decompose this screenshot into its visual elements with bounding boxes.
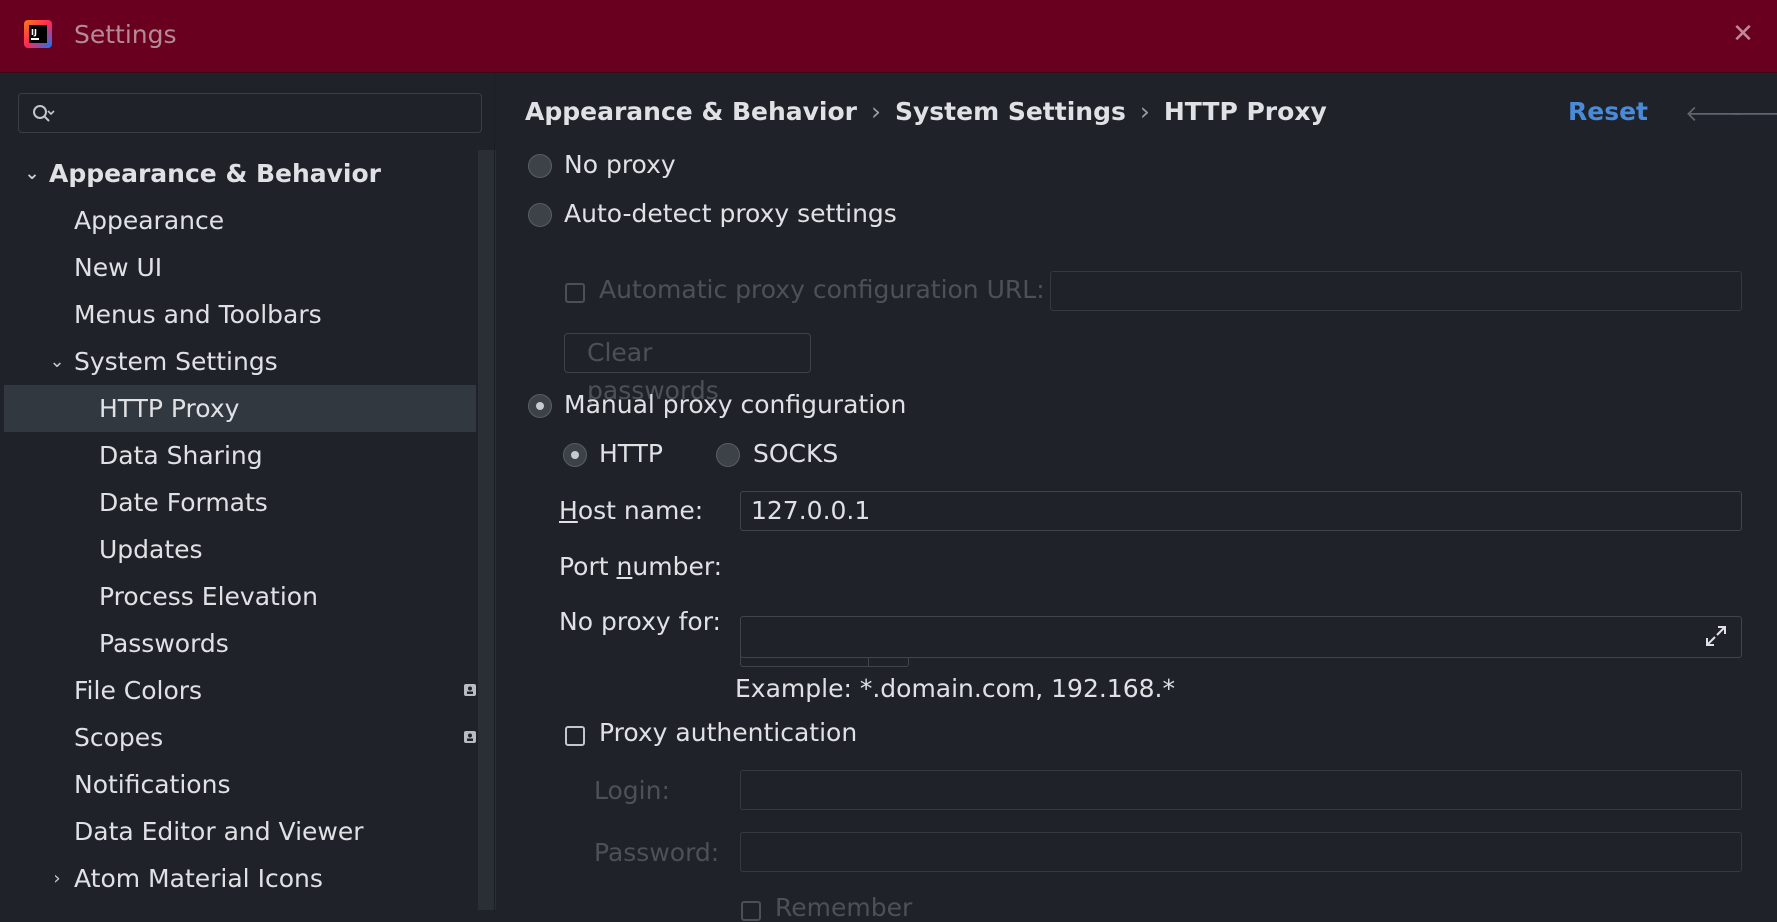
http-label[interactable]: HTTP — [599, 439, 663, 468]
sidebar-item-data-editor-viewer[interactable]: Data Editor and Viewer — [4, 808, 476, 855]
breadcrumb-item[interactable]: Appearance & Behavior — [525, 97, 857, 126]
port-label-post: umber: — [632, 552, 723, 581]
window-title: Settings — [74, 20, 177, 49]
sidebar-item-label: Date Formats — [99, 488, 268, 517]
sidebar-item-label: HTTP Proxy — [99, 394, 240, 423]
socks-radio[interactable] — [716, 443, 740, 467]
sidebar-item-notifications[interactable]: Notifications — [4, 761, 476, 808]
settings-tree: ⌄ Appearance & Behavior Appearance New U… — [4, 150, 476, 902]
sidebar-item-date-formats[interactable]: Date Formats — [4, 479, 476, 526]
intellij-logo-icon: IJ — [24, 20, 52, 48]
sidebar-item-label: Process Elevation — [99, 582, 318, 611]
title-bar: IJ Settings ✕ — [0, 0, 1777, 73]
sidebar-item-file-colors[interactable]: File Colors — [4, 667, 476, 714]
sidebar-item-label: File Colors — [74, 676, 203, 705]
sidebar-item-label: Passwords — [99, 629, 229, 658]
password-label: Password: — [594, 838, 720, 867]
sidebar-item-system-settings[interactable]: ⌄ System Settings — [4, 338, 476, 385]
no-proxy-for-label: No proxy for: — [559, 607, 721, 636]
search-icon — [33, 105, 55, 122]
socks-label[interactable]: SOCKS — [753, 439, 838, 468]
sidebar-item-label: Menus and Toolbars — [74, 300, 322, 329]
proxy-authentication-label[interactable]: Proxy authentication — [599, 718, 857, 747]
manual-proxy-radio[interactable] — [528, 394, 552, 418]
sidebar-item-label: System Settings — [74, 347, 278, 376]
sidebar-item-label: Updates — [99, 535, 203, 564]
sidebar-item-label: Data Editor and Viewer — [74, 817, 364, 846]
auto-config-url-checkbox[interactable] — [565, 283, 585, 303]
sidebar-item-label: Appearance & Behavior — [49, 159, 381, 188]
breadcrumb: Appearance & Behavior › System Settings › HT… — [525, 97, 1327, 126]
settings-sidebar: ⌄ Appearance & Behavior Appearance New U… — [4, 73, 496, 912]
auto-detect-radio[interactable] — [528, 203, 552, 227]
sidebar-item-data-sharing[interactable]: Data Sharing — [4, 432, 476, 479]
auto-config-url-label: Automatic proxy configuration URL: — [599, 275, 1045, 304]
no-proxy-label[interactable]: No proxy — [564, 150, 676, 179]
login-label: Login: — [594, 776, 670, 805]
project-level-icon — [464, 684, 476, 696]
no-proxy-radio[interactable] — [528, 154, 552, 178]
chevron-down-icon[interactable]: ⌄ — [47, 338, 67, 385]
settings-content: Appearance & Behavior › System Settings › HT… — [495, 73, 1777, 922]
breadcrumb-separator-icon: › — [1139, 97, 1150, 126]
sidebar-item-scopes[interactable]: Scopes — [4, 714, 476, 761]
auto-config-url-input[interactable] — [1050, 271, 1742, 311]
project-level-icon — [464, 731, 476, 743]
port-number-label: Port number: — [559, 552, 722, 581]
breadcrumb-item[interactable]: System Settings — [895, 97, 1126, 126]
host-name-input[interactable]: 127.0.0.1 — [740, 491, 1742, 531]
sidebar-item-http-proxy[interactable]: HTTP Proxy — [4, 385, 476, 432]
http-radio[interactable] — [563, 443, 587, 467]
chevron-right-icon[interactable]: › — [47, 855, 67, 902]
sidebar-item-label: Appearance — [74, 206, 225, 235]
clear-passwords-button[interactable]: Clear passwords — [564, 333, 811, 405]
search-input[interactable] — [18, 93, 482, 133]
svg-text:IJ: IJ — [31, 28, 37, 37]
no-proxy-example-text: Example: *.domain.com, 192.168.* — [735, 674, 1175, 703]
remember-checkbox[interactable] — [741, 901, 761, 921]
sidebar-item-menus-toolbars[interactable]: Menus and Toolbars — [4, 291, 476, 338]
manual-proxy-label[interactable]: Manual proxy configuration — [564, 390, 906, 419]
chevron-down-icon[interactable]: ⌄ — [22, 150, 42, 197]
close-icon[interactable]: ✕ — [1727, 18, 1759, 50]
sidebar-item-label: Scopes — [74, 723, 164, 752]
sidebar-item-appearance-behavior[interactable]: ⌄ Appearance & Behavior — [4, 150, 476, 197]
sidebar-item-new-ui[interactable]: New UI — [4, 244, 476, 291]
forward-arrow-icon[interactable]: 🡒 — [1730, 101, 1777, 127]
sidebar-item-label: New UI — [74, 253, 163, 282]
sidebar-item-updates[interactable]: Updates — [4, 526, 476, 573]
auto-detect-label[interactable]: Auto-detect proxy settings — [564, 199, 897, 228]
login-input[interactable] — [740, 770, 1742, 810]
host-label-text: ost name: — [577, 496, 704, 525]
port-mnemonic: n — [616, 552, 633, 581]
sidebar-item-process-elevation[interactable]: Process Elevation — [4, 573, 476, 620]
password-input[interactable] — [740, 832, 1742, 872]
no-proxy-for-input[interactable] — [740, 616, 1742, 658]
breadcrumb-separator-icon: › — [871, 97, 881, 126]
host-mnemonic: H — [559, 496, 578, 525]
breadcrumb-item-current: HTTP Proxy — [1163, 97, 1327, 126]
sidebar-item-appearance[interactable]: Appearance — [4, 197, 476, 244]
proxy-authentication-checkbox[interactable] — [565, 726, 585, 746]
host-name-label: Host name: — [559, 496, 703, 525]
sidebar-item-label: Notifications — [74, 770, 231, 799]
sidebar-item-atom-material-icons[interactable]: › Atom Material Icons — [4, 855, 476, 902]
remember-label: Remember — [775, 893, 913, 922]
sidebar-item-label: Atom Material Icons — [74, 864, 323, 893]
reset-link[interactable]: Reset — [1568, 97, 1648, 126]
port-label-pre: Port — [559, 552, 617, 581]
sidebar-item-label: Data Sharing — [99, 441, 263, 470]
expand-icon[interactable] — [1705, 625, 1727, 647]
sidebar-item-passwords[interactable]: Passwords — [4, 620, 476, 667]
